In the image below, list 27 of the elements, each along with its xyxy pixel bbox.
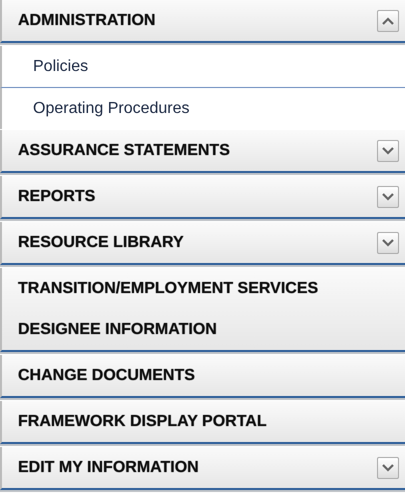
section-title: TRANSITION/EMPLOYMENT SERVICES DESIGNEE INFORMATION bbox=[18, 279, 320, 340]
expand-button[interactable] bbox=[377, 186, 399, 208]
chevron-down-icon bbox=[382, 147, 394, 155]
submenu-link[interactable]: Policies bbox=[0, 46, 405, 88]
menu-section-header[interactable]: ASSURANCE STATEMENTS bbox=[0, 130, 405, 173]
chevron-down-icon bbox=[382, 464, 394, 472]
expand-button[interactable] bbox=[377, 232, 399, 254]
chevron-up-icon bbox=[382, 17, 394, 25]
section-title: FRAMEWORK DISPLAY PORTAL bbox=[18, 412, 268, 432]
section-title: RESOURCE LIBRARY bbox=[18, 233, 185, 253]
expand-button[interactable] bbox=[377, 457, 399, 479]
section-title: CHANGE DOCUMENTS bbox=[18, 366, 196, 386]
collapse-button[interactable] bbox=[377, 10, 399, 32]
menu-section-header[interactable]: TRANSITION/EMPLOYMENT SERVICES DESIGNEE INFORMATION bbox=[0, 268, 405, 352]
chevron-down-icon bbox=[382, 193, 394, 201]
section-title: EDIT MY INFORMATION bbox=[18, 458, 200, 478]
section-title: ADMINISTRATION bbox=[18, 11, 156, 31]
section-title: ASSURANCE STATEMENTS bbox=[18, 141, 231, 161]
menu-section-header[interactable]: ADMINISTRATION bbox=[0, 0, 405, 43]
menu-section-header[interactable]: EDIT MY INFORMATION bbox=[0, 447, 405, 490]
menu-section-header[interactable]: CHANGE DOCUMENTS bbox=[0, 355, 405, 398]
chevron-down-icon bbox=[382, 239, 394, 247]
menu-section-header[interactable]: RESOURCE LIBRARY bbox=[0, 222, 405, 265]
section-title: REPORTS bbox=[18, 187, 96, 207]
expand-button[interactable] bbox=[377, 140, 399, 162]
menu-section-header[interactable]: REPORTS bbox=[0, 176, 405, 219]
menu-section-header[interactable]: FRAMEWORK DISPLAY PORTAL bbox=[0, 401, 405, 444]
